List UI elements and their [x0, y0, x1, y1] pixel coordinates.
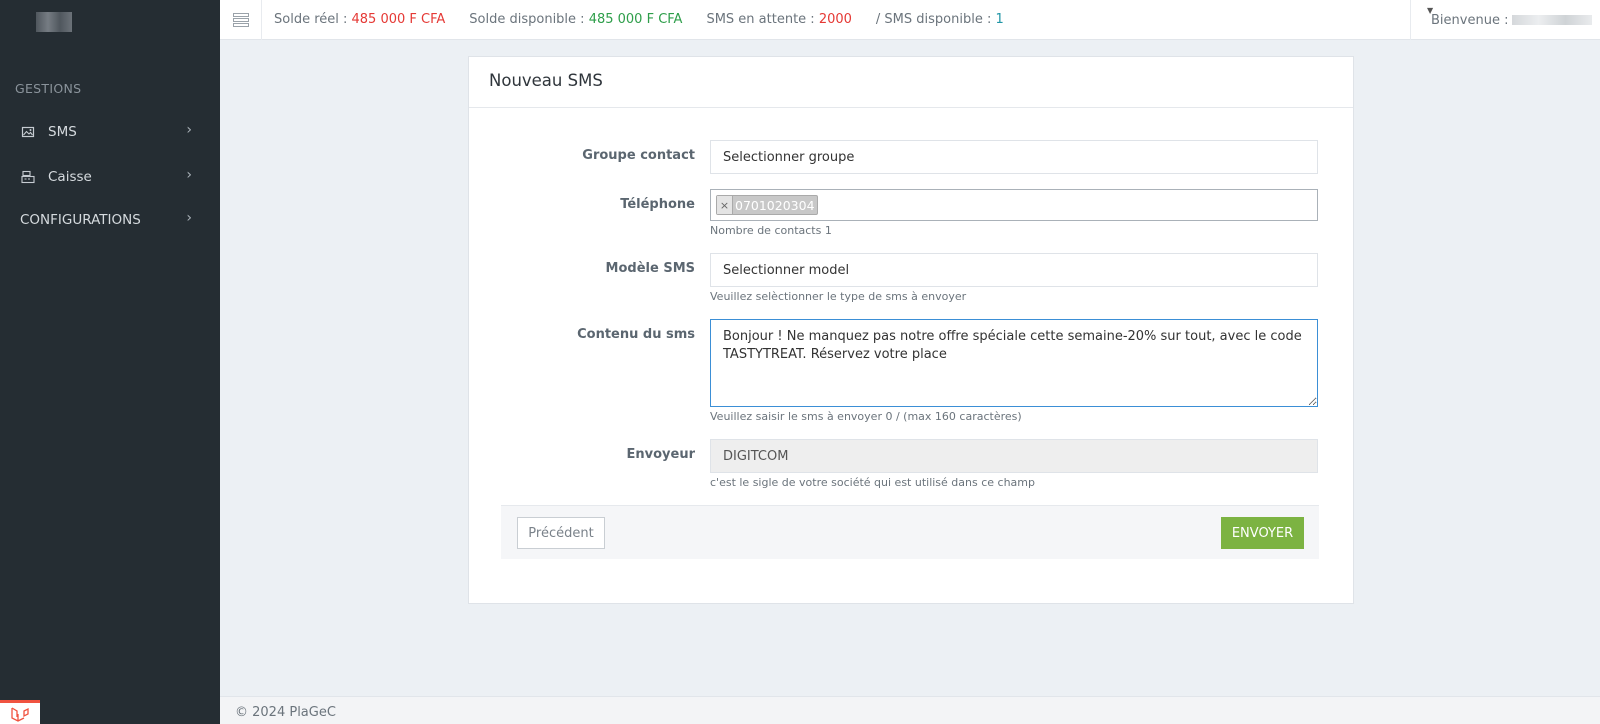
sms-disponible-label: / SMS disponible : — [875, 12, 996, 27]
contenu-sms-label: Contenu du sms — [577, 327, 695, 342]
phone-tag[interactable]: × 0701020304 — [716, 195, 818, 215]
sms-disponible-value: 1 — [995, 12, 1004, 27]
phone-tag-value: 0701020304 — [735, 197, 815, 213]
new-sms-card: Nouveau SMS Groupe contact Selectionner … — [468, 56, 1354, 604]
solde-disponible: Solde disponible : 485 000 F CFA — [469, 12, 682, 27]
user-menu[interactable]: ▼ Bienvenue : — [1410, 0, 1600, 40]
sms-en-attente: SMS en attente : 2000 — [706, 12, 851, 27]
sidebar-section-title: GESTIONS — [15, 81, 82, 96]
sms-disponible: / SMS disponible : 1 — [876, 12, 1004, 27]
sms-en-attente-value: 2000 — [818, 12, 852, 27]
chevron-right-icon: › — [186, 122, 192, 138]
solde-reel-value: 485 000 F CFA — [351, 12, 446, 27]
menu-toggle-icon[interactable] — [220, 0, 262, 40]
groupe-contact-value: Selectionner groupe — [723, 149, 855, 165]
envoyeur-input: DIGITCOM — [710, 439, 1318, 473]
page-title: Nouveau SMS — [469, 57, 1353, 108]
envoyeur-label: Envoyeur — [626, 447, 696, 462]
modele-sms-label: Modèle SMS — [605, 261, 695, 276]
contenu-sms-help: Veuillez saisir le sms à envoyer 0 / (ma… — [710, 410, 1022, 423]
footer: © 2024 PlaGeC — [220, 696, 1600, 724]
remove-tag-icon[interactable]: × — [717, 196, 733, 214]
form-actions: Précédent ENVOYER — [501, 505, 1319, 559]
envoyeur-help: c'est le sigle de votre société qui est … — [710, 476, 1035, 489]
chevron-right-icon: › — [186, 210, 192, 226]
modele-sms-value: Selectionner model — [723, 262, 850, 278]
modele-sms-help: Veuillez selèctionner le type de sms à e… — [710, 290, 967, 303]
groupe-contact-select[interactable]: Selectionner groupe — [710, 140, 1318, 174]
groupe-contact-label: Groupe contact — [582, 148, 695, 163]
telephone-input[interactable]: × 0701020304 — [710, 189, 1318, 221]
sidebar-item-sms[interactable]: SMS › — [0, 112, 220, 152]
sidebar-item-configurations[interactable]: CONFIGURATIONS › — [0, 200, 220, 240]
sidebar-item-label: SMS — [48, 124, 77, 140]
sidebar-item-label: CONFIGURATIONS — [20, 212, 141, 228]
contenu-sms-textarea[interactable]: Bonjour ! Ne manquez pas notre offre spé… — [710, 319, 1318, 407]
sidebar-item-caisse[interactable]: Caisse › — [0, 157, 220, 197]
solde-disponible-label: Solde disponible : — [469, 12, 589, 27]
sidebar: GESTIONS SMS › Caisse › CONFIGURATIONS › — [0, 0, 220, 724]
telephone-label: Téléphone — [620, 197, 695, 212]
user-name — [1512, 15, 1593, 25]
app-logo[interactable] — [36, 12, 72, 32]
image-icon — [20, 124, 36, 140]
send-button[interactable]: ENVOYER — [1221, 517, 1304, 549]
solde-reel: Solde réel : 485 000 F CFA — [274, 12, 445, 27]
laravel-logo-icon[interactable] — [0, 700, 40, 724]
telephone-help: Nombre de contacts 1 — [710, 224, 832, 237]
top-bar: Solde réel : 485 000 F CFA Solde disponi… — [220, 0, 1600, 40]
cash-register-icon — [20, 169, 36, 185]
caret-down-icon: ▼ — [1427, 6, 1434, 15]
welcome-label: Bienvenue : — [1431, 12, 1509, 28]
solde-reel-label: Solde réel : — [274, 12, 352, 27]
previous-button[interactable]: Précédent — [517, 517, 605, 549]
sidebar-item-label: Caisse — [48, 169, 92, 185]
envoyeur-value: DIGITCOM — [723, 448, 789, 464]
sms-en-attente-label: SMS en attente : — [706, 12, 819, 27]
solde-disponible-value: 485 000 F CFA — [588, 12, 683, 27]
chevron-right-icon: › — [186, 167, 192, 183]
modele-sms-select[interactable]: Selectionner model — [710, 253, 1318, 287]
